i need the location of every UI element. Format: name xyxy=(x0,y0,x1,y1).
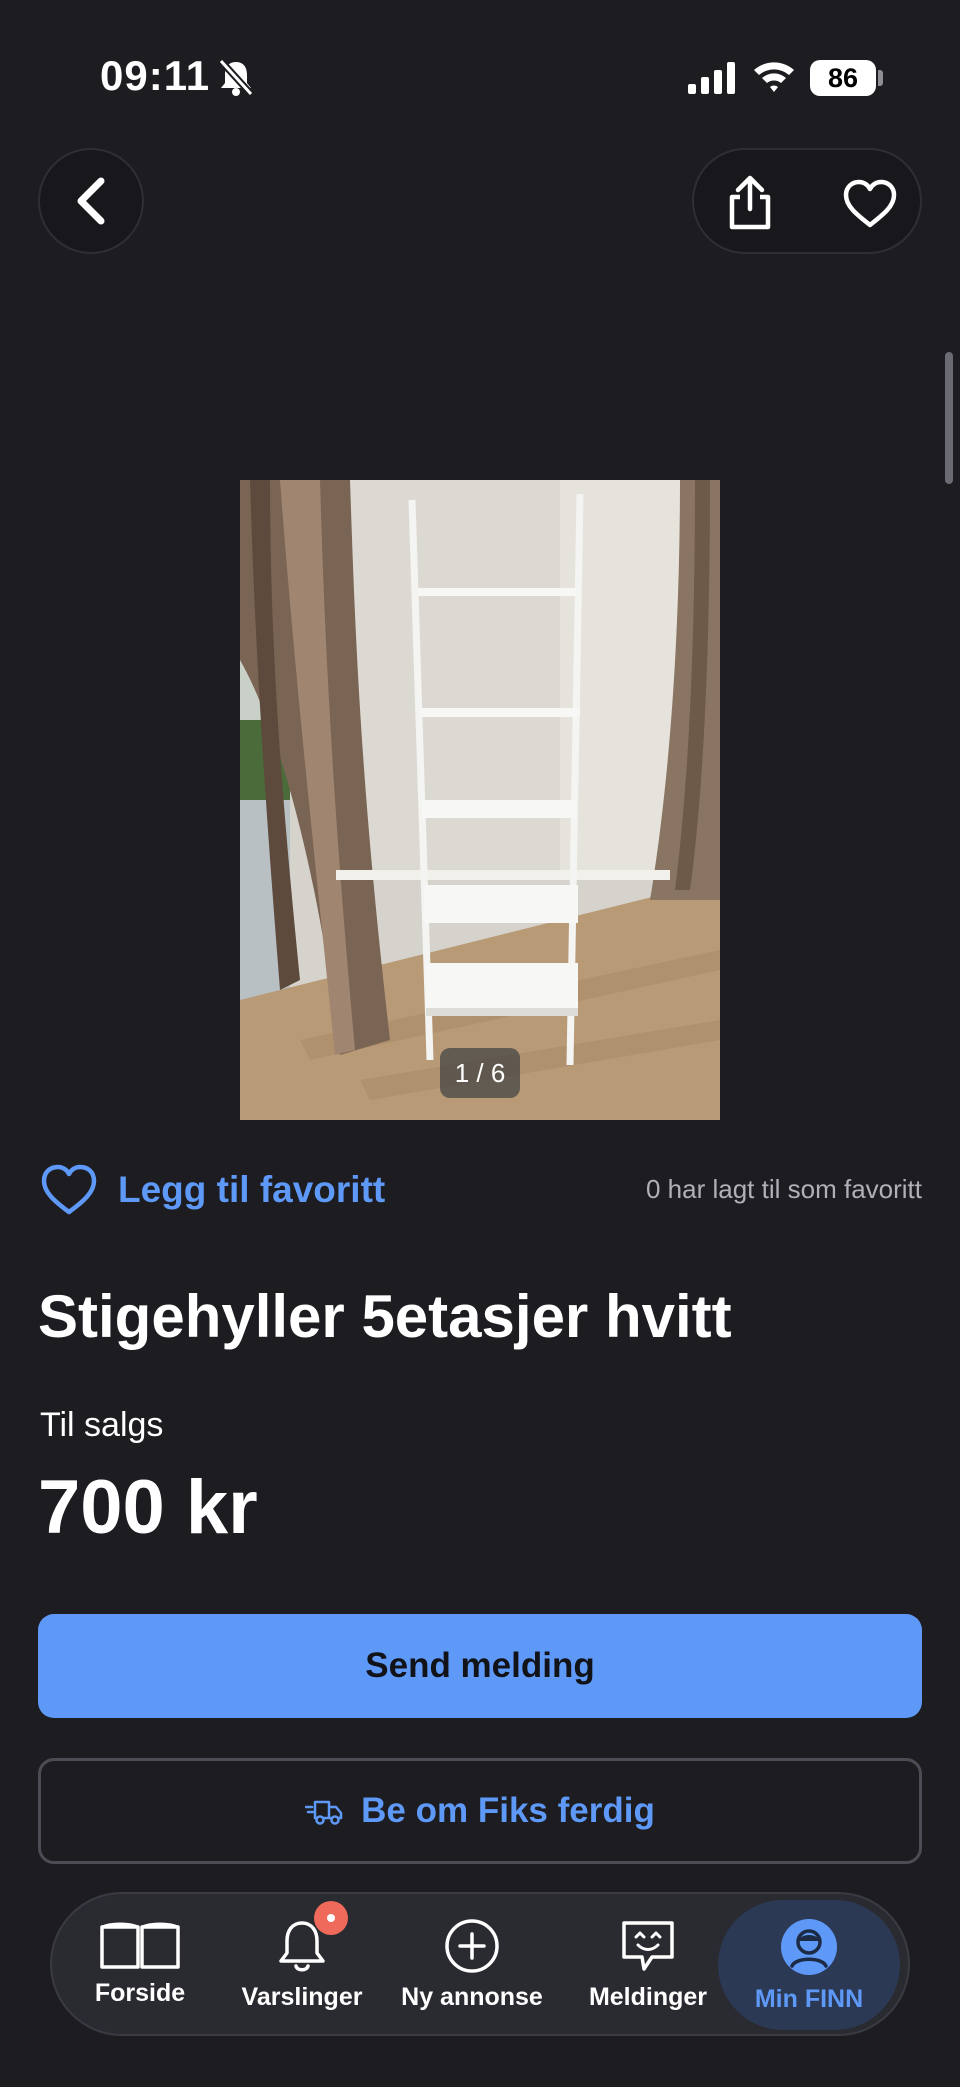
send-message-label: Send melding xyxy=(365,1646,595,1685)
tab-min-finn[interactable]: Min FINN xyxy=(718,1900,900,2030)
bottom-tab-bar: Forside Varslinger Ny annonse Meldinger … xyxy=(50,1892,910,2036)
wifi-icon xyxy=(754,62,794,92)
tab-meldinger-label: Meldinger xyxy=(588,1982,708,2011)
tab-meldinger[interactable]: Meldinger xyxy=(582,1894,714,2034)
photo-counter: 1 / 6 xyxy=(440,1048,520,1098)
status-bar: 09:11 86 xyxy=(0,0,960,150)
favorite-row: Legg til favoritt 0 har lagt til som fav… xyxy=(40,1160,922,1220)
status-time: 09:11 xyxy=(100,52,211,99)
listing-title: Stigehyller 5etasjer hvitt xyxy=(38,1283,732,1350)
add-to-favorites-label: Legg til favoritt xyxy=(118,1169,386,1210)
fiks-ferdig-button[interactable]: Be om Fiks ferdig xyxy=(38,1758,922,1864)
heart-icon xyxy=(843,179,897,228)
favorite-button[interactable] xyxy=(840,176,900,232)
book-icon xyxy=(100,1922,180,1969)
chat-icon xyxy=(622,1920,674,1971)
battery-indicator: 86 xyxy=(810,60,876,96)
back-button[interactable] xyxy=(38,148,144,254)
signal-icon xyxy=(688,62,735,94)
chevron-left-icon xyxy=(77,177,105,225)
favorite-count: 0 har lagt til som favoritt xyxy=(646,1174,922,1204)
tab-varslinger-label: Varslinger xyxy=(241,1982,363,2011)
listing-status: Til salgs xyxy=(40,1406,164,1444)
share-button[interactable] xyxy=(722,174,778,232)
tab-min-finn-label: Min FINN xyxy=(754,1984,864,2013)
tab-ny-annonse[interactable]: Ny annonse xyxy=(394,1894,550,2034)
listing-price: 700 kr xyxy=(38,1465,258,1550)
scrollbar[interactable] xyxy=(945,352,953,484)
notification-badge xyxy=(314,1900,348,1935)
ladder-shelf-photo xyxy=(240,480,720,1120)
send-message-button[interactable]: Send melding xyxy=(38,1614,922,1718)
tab-ny-annonse-label: Ny annonse xyxy=(401,1982,543,2011)
fiks-ferdig-label: Be om Fiks ferdig xyxy=(361,1791,655,1830)
tab-forside[interactable]: Forside xyxy=(72,1894,208,2034)
bell-off-icon xyxy=(218,58,254,96)
battery-tip xyxy=(878,70,883,86)
heart-outline-icon xyxy=(41,1164,97,1215)
profile-icon xyxy=(781,1918,837,1975)
tab-varslinger[interactable]: Varslinger xyxy=(228,1894,376,2034)
plus-circle-icon xyxy=(445,1918,499,1973)
tab-forside-label: Forside xyxy=(94,1978,186,2007)
listing-photo[interactable]: 1 / 6 xyxy=(240,480,720,1120)
share-icon xyxy=(729,175,771,230)
add-to-favorites-button[interactable]: Legg til favoritt xyxy=(40,1160,385,1220)
listing-page: 09:11 86 1 / 6 Legg til favoritt 0 har l… xyxy=(0,0,960,2087)
top-actions xyxy=(692,148,922,254)
truck-icon xyxy=(305,1800,343,1825)
